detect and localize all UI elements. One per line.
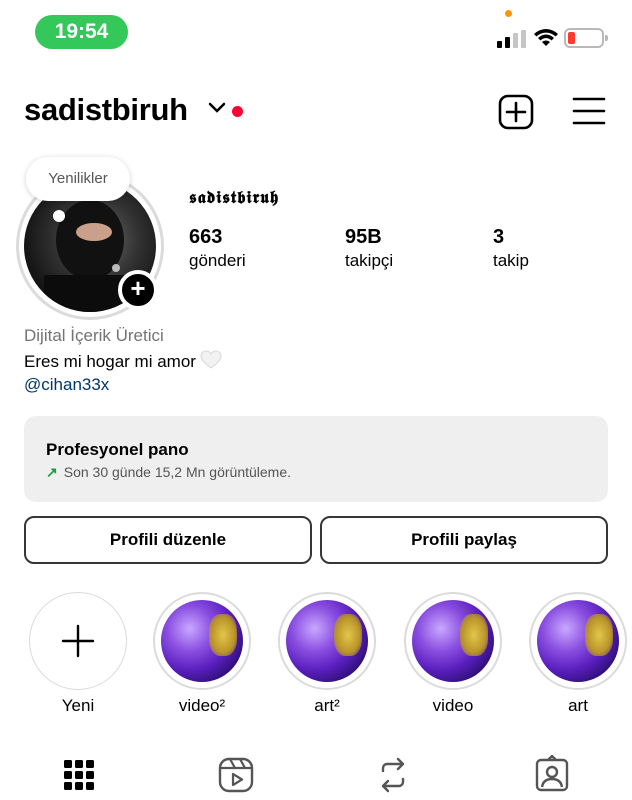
- white-heart-icon: [200, 350, 222, 369]
- profile-category: Dijital İçerik Üretici: [24, 326, 164, 345]
- highlight-label: video: [432, 696, 474, 715]
- display-name: 𝖘𝖆𝖉𝖎𝖘𝖙𝖇𝖎𝖗𝖚𝖍: [189, 188, 280, 208]
- profile-bio: Eres mi hogar mi amor: [24, 350, 222, 372]
- menu-icon[interactable]: [572, 96, 606, 126]
- stat-value: 3: [493, 226, 505, 248]
- profile-header: sadistbiruh: [24, 88, 608, 136]
- bio-text: Eres mi hogar mi amor: [24, 352, 196, 371]
- stat-label: takipçi: [345, 251, 394, 270]
- highlight-label: art²: [314, 696, 340, 715]
- reposts-icon[interactable]: [373, 755, 413, 795]
- professional-dashboard[interactable]: Profesyonel pano ↗ Son 30 günde 15,2 Mn g…: [24, 416, 608, 502]
- stat-posts[interactable]: 663 gönderi: [189, 226, 246, 271]
- stat-value: 95B: [345, 226, 382, 248]
- wifi-icon: [534, 29, 558, 46]
- highlight-label: art: [568, 696, 588, 715]
- stat-label: gönderi: [189, 251, 246, 270]
- dashboard-subtitle-text: Son 30 günde 15,2 Mn görüntüleme.: [63, 464, 292, 480]
- highlight-cover: [278, 592, 376, 690]
- highlight-item[interactable]: art: [528, 592, 628, 716]
- highlight-cover: [153, 592, 251, 690]
- reels-icon[interactable]: [216, 755, 256, 795]
- share-profile-button[interactable]: Profili paylaş: [320, 516, 608, 564]
- status-time: 19:54: [35, 15, 128, 49]
- stat-following[interactable]: 3 takip: [493, 226, 529, 271]
- status-bar: 19:54: [0, 0, 632, 60]
- new-highlight-circle: [29, 592, 127, 690]
- grid-icon[interactable]: [59, 755, 99, 795]
- battery-icon: [564, 28, 608, 48]
- notes-bubble-tail: [53, 210, 65, 222]
- highlight-cover: [529, 592, 627, 690]
- create-icon[interactable]: [498, 94, 534, 130]
- notes-bubble[interactable]: Yenilikler: [26, 157, 130, 201]
- add-story-button[interactable]: +: [118, 270, 158, 310]
- edit-profile-button[interactable]: Profili düzenle: [24, 516, 312, 564]
- mic-indicator-icon: [505, 10, 512, 17]
- highlight-new[interactable]: Yeni: [28, 592, 128, 716]
- tagged-icon[interactable]: [532, 755, 572, 795]
- profile-link[interactable]: @cihan33x: [24, 375, 109, 395]
- account-username[interactable]: sadistbiruh: [24, 92, 188, 128]
- highlight-label: video²: [178, 696, 226, 715]
- highlight-item[interactable]: video²: [152, 592, 252, 716]
- notification-dot: [232, 106, 243, 117]
- cellular-signal-icon: [497, 30, 526, 48]
- stat-value: 663: [189, 226, 223, 248]
- dashboard-title: Profesyonel pano: [46, 440, 189, 459]
- highlight-item[interactable]: video: [403, 592, 503, 716]
- chevron-down-icon[interactable]: [208, 102, 226, 114]
- highlight-item[interactable]: art²: [277, 592, 377, 716]
- stat-followers[interactable]: 95B takipçi: [345, 226, 393, 271]
- dashboard-subtitle: ↗ Son 30 günde 15,2 Mn görüntüleme.: [46, 464, 291, 481]
- trend-up-icon: ↗: [46, 464, 58, 480]
- stat-label: takip: [493, 251, 529, 270]
- highlight-label: Yeni: [61, 696, 95, 715]
- plus-icon: [61, 624, 95, 658]
- highlight-cover: [404, 592, 502, 690]
